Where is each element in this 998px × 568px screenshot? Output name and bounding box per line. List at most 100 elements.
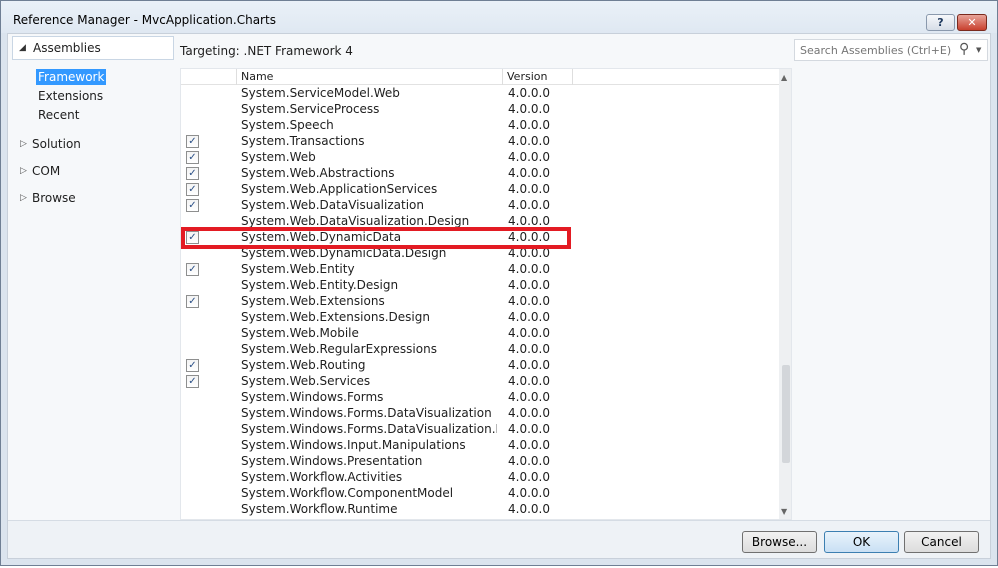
checkbox[interactable]: ✓ [186,375,199,388]
assembly-name: System.Speech [241,118,334,132]
checkbox[interactable]: ✓ [186,295,199,308]
list-item[interactable]: ✓ System.Web.Entity 4.0.0.0 [181,261,779,277]
search-box[interactable]: ⚲ ▼ [794,39,988,61]
list-item[interactable]: System.Windows.Forms.DataVisualization 4.… [181,405,779,421]
nav-assemblies-label: Assemblies [33,41,101,55]
assembly-version: 4.0.0.0 [508,198,550,212]
list-item[interactable]: ✓ System.Web.ApplicationServices 4.0.0.0 [181,181,779,197]
list-item[interactable]: System.Windows.Forms 4.0.0.0 [181,389,779,405]
header-version[interactable]: Version [503,69,573,85]
targeting-label: Targeting: .NET Framework 4 [180,44,353,58]
list-item[interactable]: System.Workflow.ComponentModel 4.0.0.0 [181,485,779,501]
assembly-version: 4.0.0.0 [508,438,550,452]
list-item[interactable]: ✓ System.Web 4.0.0.0 [181,149,779,165]
cancel-button[interactable]: Cancel [904,531,979,553]
assembly-version: 4.0.0.0 [508,150,550,164]
list-item[interactable]: ✓ System.Web.Abstractions 4.0.0.0 [181,165,779,181]
list-item[interactable]: System.Web.Extensions.Design 4.0.0.0 [181,309,779,325]
assembly-version: 4.0.0.0 [508,294,550,308]
checkbox[interactable]: ✓ [186,263,199,276]
nav-item-extensions[interactable]: Extensions [38,89,103,103]
assembly-version: 4.0.0.0 [508,182,550,196]
assembly-version: 4.0.0.0 [508,134,550,148]
nav-item-framework[interactable]: Framework [36,69,107,85]
nav-com[interactable]: ▷ COM [20,164,140,180]
collapsed-triangle-icon: ▷ [20,193,27,203]
list-item[interactable]: ✓ System.Web.Routing 4.0.0.0 [181,357,779,373]
assembly-version: 4.0.0.0 [508,166,550,180]
list-item[interactable]: System.Workflow.Runtime 4.0.0.0 [181,501,779,517]
list-item[interactable]: ✓ System.Web.Extensions 4.0.0.0 [181,293,779,309]
list-item[interactable]: System.Windows.Input.Manipulations 4.0.0.… [181,437,779,453]
assembly-version: 4.0.0.0 [508,310,550,324]
assembly-name: System.Web.Extensions [241,294,385,308]
reference-manager-window: Reference Manager - MvcApplication.Chart… [0,0,998,566]
list-item[interactable]: System.Web.Mobile 4.0.0.0 [181,325,779,341]
nav-solution-label: Solution [32,137,81,151]
checkbox[interactable]: ✓ [186,135,199,148]
list-item[interactable]: System.Windows.Presentation 4.0.0.0 [181,453,779,469]
assembly-version: 4.0.0.0 [508,86,550,100]
list-item[interactable]: System.Speech 4.0.0.0 [181,117,779,133]
assembly-version: 4.0.0.0 [508,502,550,516]
assembly-name: System.Web.Services [241,374,371,388]
list-header: Name Version [181,69,779,85]
left-nav: ◢ Assemblies Framework Extensions Recent… [8,34,178,520]
list-item[interactable]: System.Web.RegularExpressions 4.0.0.0 [181,341,779,357]
assembly-name: System.Web.Entity.Design [241,278,399,292]
header-name[interactable]: Name [237,69,503,85]
assembly-version: 4.0.0.0 [508,326,550,340]
assembly-version: 4.0.0.0 [508,406,550,420]
assembly-version: 4.0.0.0 [508,342,550,356]
highlight-box [181,227,571,249]
help-button[interactable]: ? [926,14,955,31]
checkbox[interactable]: ✓ [186,151,199,164]
checkbox[interactable]: ✓ [186,183,199,196]
nav-item-recent[interactable]: Recent [38,108,79,122]
nav-com-label: COM [32,164,61,178]
close-button[interactable]: ✕ [957,14,987,31]
scroll-down-icon[interactable]: ▼ [781,507,787,516]
nav-browse[interactable]: ▷ Browse [20,191,140,207]
assembly-name: System.Web.ApplicationServices [241,182,438,196]
collapsed-triangle-icon: ▷ [20,139,27,149]
header-checkbox-column[interactable] [181,69,237,85]
assembly-name: System.Windows.Forms.DataVisualization [241,406,492,420]
scrollbar-thumb[interactable] [782,365,790,463]
search-input[interactable] [798,42,956,58]
vertical-scrollbar[interactable]: ▲ ▼ [779,69,791,519]
assembly-version: 4.0.0.0 [508,358,550,372]
assembly-name: System.Windows.Input.Manipulations [241,438,466,452]
assembly-version: 4.0.0.0 [508,486,550,500]
nav-assemblies[interactable]: ◢ Assemblies [12,36,174,60]
title-bar[interactable]: Reference Manager - MvcApplication.Chart… [1,1,997,33]
nav-browse-label: Browse [32,191,76,205]
list-item[interactable]: ✓ System.Web.DataVisualization 4.0.0.0 [181,197,779,213]
list-item[interactable]: System.ServiceModel.Web 4.0.0.0 [181,85,779,101]
list-item[interactable]: ✓ System.Web.Services 4.0.0.0 [181,373,779,389]
assembly-list: Name Version System.ServiceModel.Web 4.0.… [180,68,792,520]
checkbox[interactable]: ✓ [186,167,199,180]
list-item[interactable]: System.Web.Entity.Design 4.0.0.0 [181,277,779,293]
scroll-up-icon[interactable]: ▲ [781,73,787,82]
assembly-version: 4.0.0.0 [508,374,550,388]
assembly-name: System.Workflow.Runtime [241,502,398,516]
assembly-name: System.Web.RegularExpressions [241,342,437,356]
list-item[interactable]: System.Workflow.Activities 4.0.0.0 [181,469,779,485]
browse-button[interactable]: Browse... [742,531,817,553]
assembly-version: 4.0.0.0 [508,422,550,436]
search-icon[interactable]: ⚲ [959,41,969,57]
dialog-footer: Browse... OK Cancel [8,520,990,558]
list-item[interactable]: System.Windows.Forms.DataVisualization.D… [181,421,779,437]
checkbox[interactable]: ✓ [186,199,199,212]
assembly-version: 4.0.0.0 [508,118,550,132]
ok-button[interactable]: OK [824,531,899,553]
list-item[interactable]: ✓ System.Transactions 4.0.0.0 [181,133,779,149]
chevron-down-icon[interactable]: ▼ [976,46,981,54]
list-item[interactable]: System.ServiceProcess 4.0.0.0 [181,101,779,117]
checkbox[interactable]: ✓ [186,359,199,372]
collapsed-triangle-icon: ▷ [20,166,27,176]
nav-solution[interactable]: ▷ Solution [20,137,140,153]
assembly-name: System.Web.Routing [241,358,366,372]
assembly-name: System.Transactions [241,134,365,148]
